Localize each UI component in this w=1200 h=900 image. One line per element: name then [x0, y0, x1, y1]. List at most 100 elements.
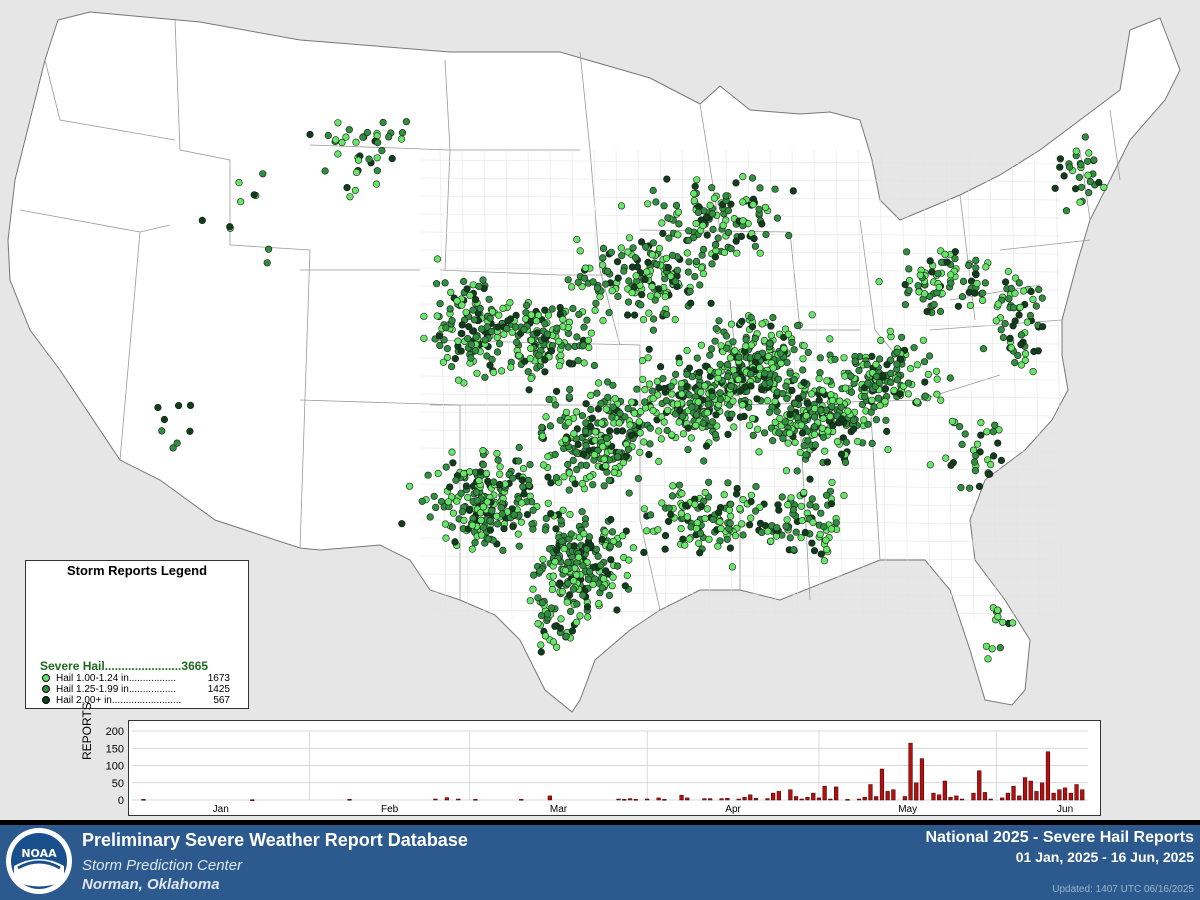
hail-report-dot	[819, 433, 828, 441]
daily-report-bar	[685, 797, 690, 801]
hail-report-dot	[1085, 189, 1093, 197]
hail-report-dot	[1056, 163, 1064, 171]
hail-report-dot	[849, 425, 858, 433]
hail-report-dot	[433, 312, 441, 320]
hail-report-dot	[1071, 185, 1080, 193]
hail-report-dot	[847, 372, 855, 380]
daily-report-bar	[914, 782, 919, 801]
hail-report-dot	[942, 454, 950, 462]
hail-report-dot	[493, 512, 501, 520]
hail-report-dot	[552, 525, 560, 533]
hail-report-dot	[599, 443, 607, 451]
hail-report-dot	[617, 244, 625, 252]
hail-report-dot	[442, 534, 450, 542]
hail-report-dot	[913, 398, 921, 406]
hail-report-dot	[1075, 173, 1083, 181]
hail-report-dot	[448, 523, 457, 531]
hail-report-dot	[493, 333, 501, 342]
hail-report-dot	[932, 367, 941, 375]
hail-report-dot	[608, 413, 616, 421]
hail-report-dot	[265, 245, 273, 253]
hail-report-dot	[827, 500, 836, 508]
daily-report-bar	[885, 791, 890, 801]
hail-report-dot	[905, 265, 913, 273]
hail-report-dot	[154, 403, 162, 412]
hail-report-dot	[926, 257, 934, 265]
hail-report-dot	[672, 201, 681, 209]
footer-stripe	[0, 820, 1200, 825]
hail-report-dot	[613, 562, 622, 570]
hail-report-dot	[661, 531, 670, 540]
hail-report-dot	[754, 353, 762, 361]
hail-report-dot	[778, 390, 787, 398]
hail-report-dot	[926, 461, 934, 469]
hail-report-dot	[707, 345, 716, 353]
hail-report-dot	[876, 401, 884, 410]
hail-report-dot	[738, 401, 747, 409]
daily-report-bar	[748, 794, 753, 801]
hail-report-dot	[584, 613, 592, 621]
hail-report-dot	[716, 518, 724, 526]
hail-report-dot	[684, 268, 692, 276]
hail-report-dot	[966, 301, 975, 310]
hail-report-dot	[602, 405, 610, 413]
report-date-range: 01 Jan, 2025 - 16 Jun, 2025	[1015, 849, 1194, 865]
hail-report-dot	[635, 418, 643, 426]
hail-report-dot	[766, 379, 774, 387]
legend-item-hail-medium: Hail 1.25-1.99 in................. 1425	[42, 684, 230, 695]
hail-report-dot	[493, 348, 502, 356]
hail-report-dot	[520, 490, 528, 498]
daily-report-bar	[982, 792, 988, 801]
hail-report-dot	[868, 439, 876, 448]
hail-report-dot	[793, 413, 802, 422]
hail-report-dot	[707, 299, 715, 307]
hail-report-dot	[473, 488, 481, 496]
hail-report-dot	[664, 406, 672, 414]
daily-report-bar	[1022, 777, 1028, 801]
hail-report-dot	[783, 516, 791, 524]
hail-report-dot	[706, 201, 714, 209]
hail-report-dot	[832, 519, 840, 527]
hail-report-dot	[742, 342, 750, 350]
hail-report-dot	[579, 591, 587, 599]
hail-report-dot	[785, 429, 794, 437]
daily-report-bar	[622, 799, 627, 801]
hail-report-dot	[619, 459, 628, 467]
hail-report-dot	[901, 301, 910, 309]
hail-report-dot	[186, 427, 194, 435]
hail-report-dot	[993, 606, 1002, 614]
hail-report-dot	[977, 431, 985, 439]
hail-report-dot	[902, 248, 911, 256]
hail-report-dot	[692, 411, 701, 419]
hail-report-dot	[739, 217, 747, 225]
hail-report-dot	[452, 476, 460, 484]
hail-report-dot	[799, 355, 807, 363]
hail-report-dot	[748, 323, 757, 331]
hail-report-dot	[454, 376, 463, 384]
legend-item-hail-large: Hail 2.00+ in......................... 56…	[42, 695, 230, 706]
hail-report-dot	[732, 179, 740, 187]
hail-report-dot	[557, 615, 565, 623]
hail-report-dot	[446, 483, 454, 491]
hail-report-dot	[756, 364, 764, 372]
hail-report-dot	[548, 305, 556, 313]
daily-report-bar	[845, 799, 850, 801]
hail-report-dot	[700, 457, 708, 465]
hail-report-dot	[535, 351, 543, 359]
hail-report-dot	[790, 346, 798, 354]
hail-report-dot	[1062, 207, 1071, 215]
hail-report-dot	[840, 491, 848, 500]
hail-report-dot	[504, 317, 512, 325]
hail-report-dot	[614, 292, 622, 301]
hail-report-dot	[604, 393, 612, 401]
hail-report-dot	[553, 546, 561, 554]
daily-report-bar	[971, 792, 976, 801]
hail-report-dot	[479, 276, 487, 284]
chart-y-axis-title: REPORTS	[80, 702, 94, 760]
hail-report-dot	[685, 535, 694, 543]
hail-report-dot	[981, 279, 989, 287]
hail-report-dot	[896, 390, 904, 398]
daily-report-bar	[822, 785, 827, 801]
hail-report-dot	[784, 501, 792, 509]
hail-report-dot	[1032, 302, 1040, 310]
